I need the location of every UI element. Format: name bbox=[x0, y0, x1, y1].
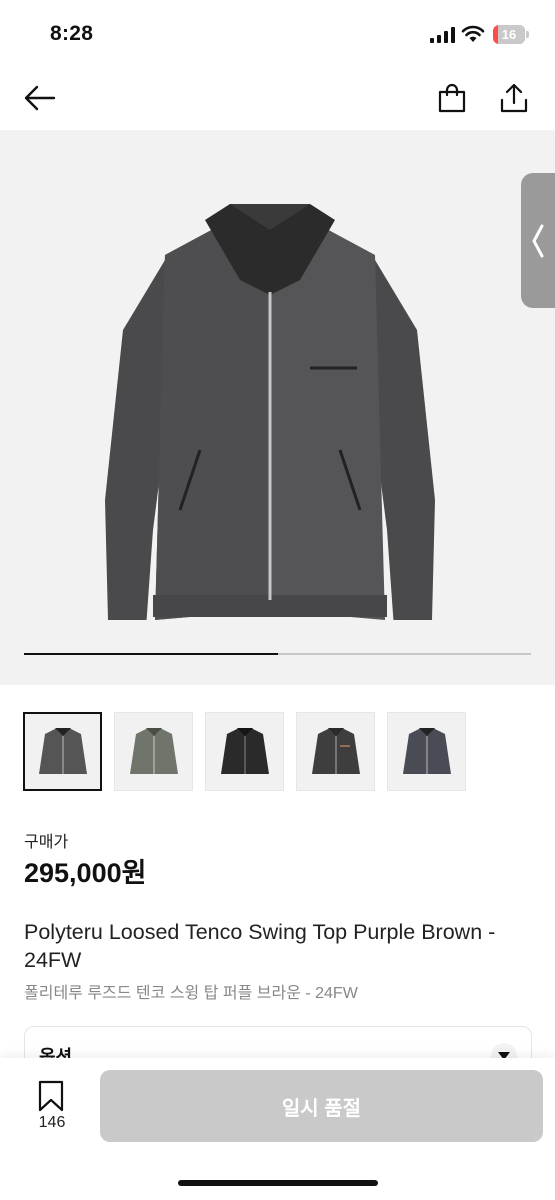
product-image-gallery[interactable] bbox=[0, 130, 555, 685]
status-bar: 8:28 16 bbox=[0, 0, 555, 66]
shopping-bag-icon bbox=[438, 83, 466, 113]
home-indicator bbox=[178, 1180, 378, 1186]
chevron-left-icon bbox=[532, 224, 544, 257]
product-image bbox=[105, 204, 435, 620]
product-title-korean: 폴리테루 루즈드 텐코 스윙 탑 퍼플 브라운 - 24FW bbox=[24, 985, 358, 1002]
gallery-progress bbox=[24, 653, 531, 655]
product-title: Polyteru Loosed Tenco Swing Top Purple B… bbox=[24, 920, 496, 972]
thumbnail-4[interactable] bbox=[296, 712, 375, 791]
wishlist-count: 146 bbox=[38, 1114, 66, 1131]
cellular-signal-icon bbox=[430, 27, 455, 43]
wishlist-button[interactable]: 146 bbox=[26, 1076, 78, 1136]
thumbnail-1[interactable] bbox=[23, 712, 102, 791]
wifi-icon bbox=[461, 25, 485, 42]
arrow-left-icon bbox=[24, 85, 56, 111]
shopping-bag-button[interactable] bbox=[430, 76, 474, 120]
share-button[interactable] bbox=[492, 76, 536, 120]
gallery-progress-fill bbox=[24, 653, 278, 655]
share-icon bbox=[500, 83, 528, 113]
price-label: 구매가 bbox=[24, 834, 69, 851]
thumbnail-5[interactable] bbox=[387, 712, 466, 791]
sold-out-button[interactable]: 일시 품절 bbox=[100, 1070, 543, 1142]
back-button[interactable] bbox=[18, 76, 62, 120]
side-panel-toggle[interactable] bbox=[521, 173, 555, 308]
thumbnail-image bbox=[402, 727, 451, 774]
bookmark-icon bbox=[38, 1080, 64, 1112]
thumbnail-strip bbox=[23, 712, 473, 792]
price: 295,000원 bbox=[24, 858, 147, 888]
bottom-action-bar: 146 일시 품절 bbox=[0, 1058, 555, 1200]
status-time: 8:28 bbox=[50, 22, 94, 45]
battery-icon: 16 bbox=[493, 25, 529, 44]
thumbnail-image bbox=[38, 727, 87, 774]
thumbnail-2[interactable] bbox=[114, 712, 193, 791]
thumbnail-3[interactable] bbox=[205, 712, 284, 791]
thumbnail-image bbox=[220, 727, 269, 774]
thumbnail-image bbox=[311, 727, 360, 774]
battery-level: 16 bbox=[501, 27, 517, 42]
thumbnail-image bbox=[129, 727, 178, 774]
top-nav-bar bbox=[0, 66, 555, 130]
